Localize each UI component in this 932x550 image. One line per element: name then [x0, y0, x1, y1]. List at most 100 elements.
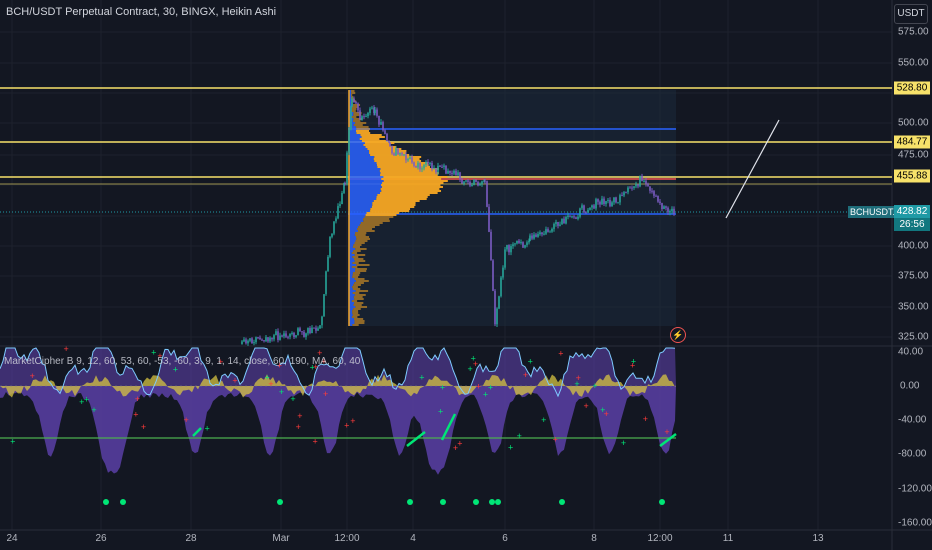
profile-bar [358, 226, 375, 228]
candle-body [563, 218, 565, 224]
candle-body [471, 185, 473, 187]
candle-body [641, 175, 643, 182]
candle-body [611, 202, 613, 207]
green-cross: + [592, 381, 597, 391]
green-cross: + [440, 382, 445, 392]
indicator-legend[interactable]: MarketCipher B 9, 12, 60, 53, 60, -53, -… [4, 356, 360, 367]
candle-body [283, 333, 285, 337]
candle-body [291, 332, 293, 334]
profile-bar-blue [349, 260, 355, 262]
chart-canvas[interactable]: ++++++++++++++++++++++++++++++++++++++++… [0, 0, 932, 550]
profile-bar-blue [349, 196, 377, 198]
candle-body [553, 223, 555, 229]
red-cross: + [350, 416, 355, 426]
candle-body [526, 242, 528, 246]
candle-body [395, 148, 397, 156]
candle-body [543, 233, 545, 235]
profile-bar-blue [349, 160, 375, 162]
profile-bar-blue [349, 258, 355, 260]
profile-bar [356, 130, 370, 132]
candle-body [597, 199, 599, 202]
profile-bar [355, 240, 368, 242]
signal-dot [495, 499, 501, 505]
candle-body [643, 180, 645, 182]
profile-bar-blue [349, 176, 384, 178]
candle-body [659, 201, 661, 204]
profile-bar [353, 244, 362, 246]
candle-body [309, 328, 311, 334]
candle-body [241, 341, 243, 344]
red-cross: + [232, 376, 237, 386]
profile-bar [359, 224, 380, 226]
candle-body [344, 182, 346, 184]
red-cross: + [583, 401, 588, 411]
profile-bar [352, 286, 358, 288]
time-tick: Mar [272, 533, 290, 544]
candle-body [529, 235, 531, 241]
profile-bar [366, 212, 400, 214]
green-cross: + [600, 405, 605, 415]
candle-body [591, 205, 593, 208]
profile-bar [353, 296, 363, 298]
profile-bar [379, 170, 437, 172]
candle-body [551, 228, 553, 232]
profile-bar-blue [349, 158, 374, 160]
candle-body [605, 201, 607, 204]
osc-tick: 0.00 [900, 380, 920, 392]
time-tick: 8 [591, 533, 597, 544]
price-tick: 500.00 [898, 117, 929, 129]
time-tick: 12:00 [647, 533, 673, 544]
candle-body [599, 201, 601, 205]
profile-bar-blue [349, 278, 355, 280]
candle-body [295, 335, 297, 338]
red-cross: + [64, 344, 69, 354]
candle-body [603, 198, 605, 204]
candle-body [484, 180, 486, 182]
profile-bar-blue [349, 126, 356, 128]
profile-bar [354, 320, 365, 322]
profile-bar [355, 280, 369, 282]
green-cross: + [91, 405, 96, 415]
price-tick: 475.00 [898, 149, 929, 161]
profile-bar [381, 190, 442, 192]
red-cross: + [476, 381, 481, 391]
candle-body [524, 245, 526, 248]
candle-body [593, 205, 595, 209]
candle-body [265, 337, 267, 342]
candle-body [533, 234, 535, 239]
candle-body [453, 170, 455, 174]
currency-button[interactable]: USDT [894, 4, 928, 24]
profile-bar-blue [349, 132, 357, 134]
profile-bar [354, 278, 365, 280]
chart-title: BCH/USDT Perpetual Contract, 30, BINGX, … [6, 6, 277, 18]
candle-body [475, 179, 477, 182]
osc-tick: -160.00 [898, 517, 932, 529]
candle-body [617, 202, 619, 204]
green-cross: + [10, 437, 15, 447]
candle-body [363, 116, 365, 118]
profile-bar [360, 222, 383, 224]
profile-bar-blue [349, 130, 357, 132]
candle-body [386, 133, 388, 141]
candle-body [413, 162, 415, 166]
profile-bar [351, 116, 357, 118]
profile-bar-blue [349, 216, 365, 218]
profile-bar [356, 264, 370, 266]
candle-body [667, 207, 669, 213]
profile-bar-blue [349, 264, 357, 266]
lightning-icon[interactable]: ⚡ [670, 327, 686, 343]
candle-body [351, 98, 353, 107]
profile-bar-blue [349, 204, 373, 206]
candle-body [311, 327, 313, 334]
profile-bar [352, 288, 361, 290]
candle-body [319, 325, 321, 329]
profile-bar [351, 316, 358, 318]
profile-bar [376, 164, 429, 166]
candle-body [583, 205, 585, 213]
level-label-high: 528.80 [894, 81, 930, 95]
price-tick: 350.00 [898, 301, 929, 313]
profile-bar [381, 184, 441, 186]
profile-bar [355, 232, 367, 234]
profile-bar [353, 124, 363, 126]
candle-body [321, 316, 323, 326]
